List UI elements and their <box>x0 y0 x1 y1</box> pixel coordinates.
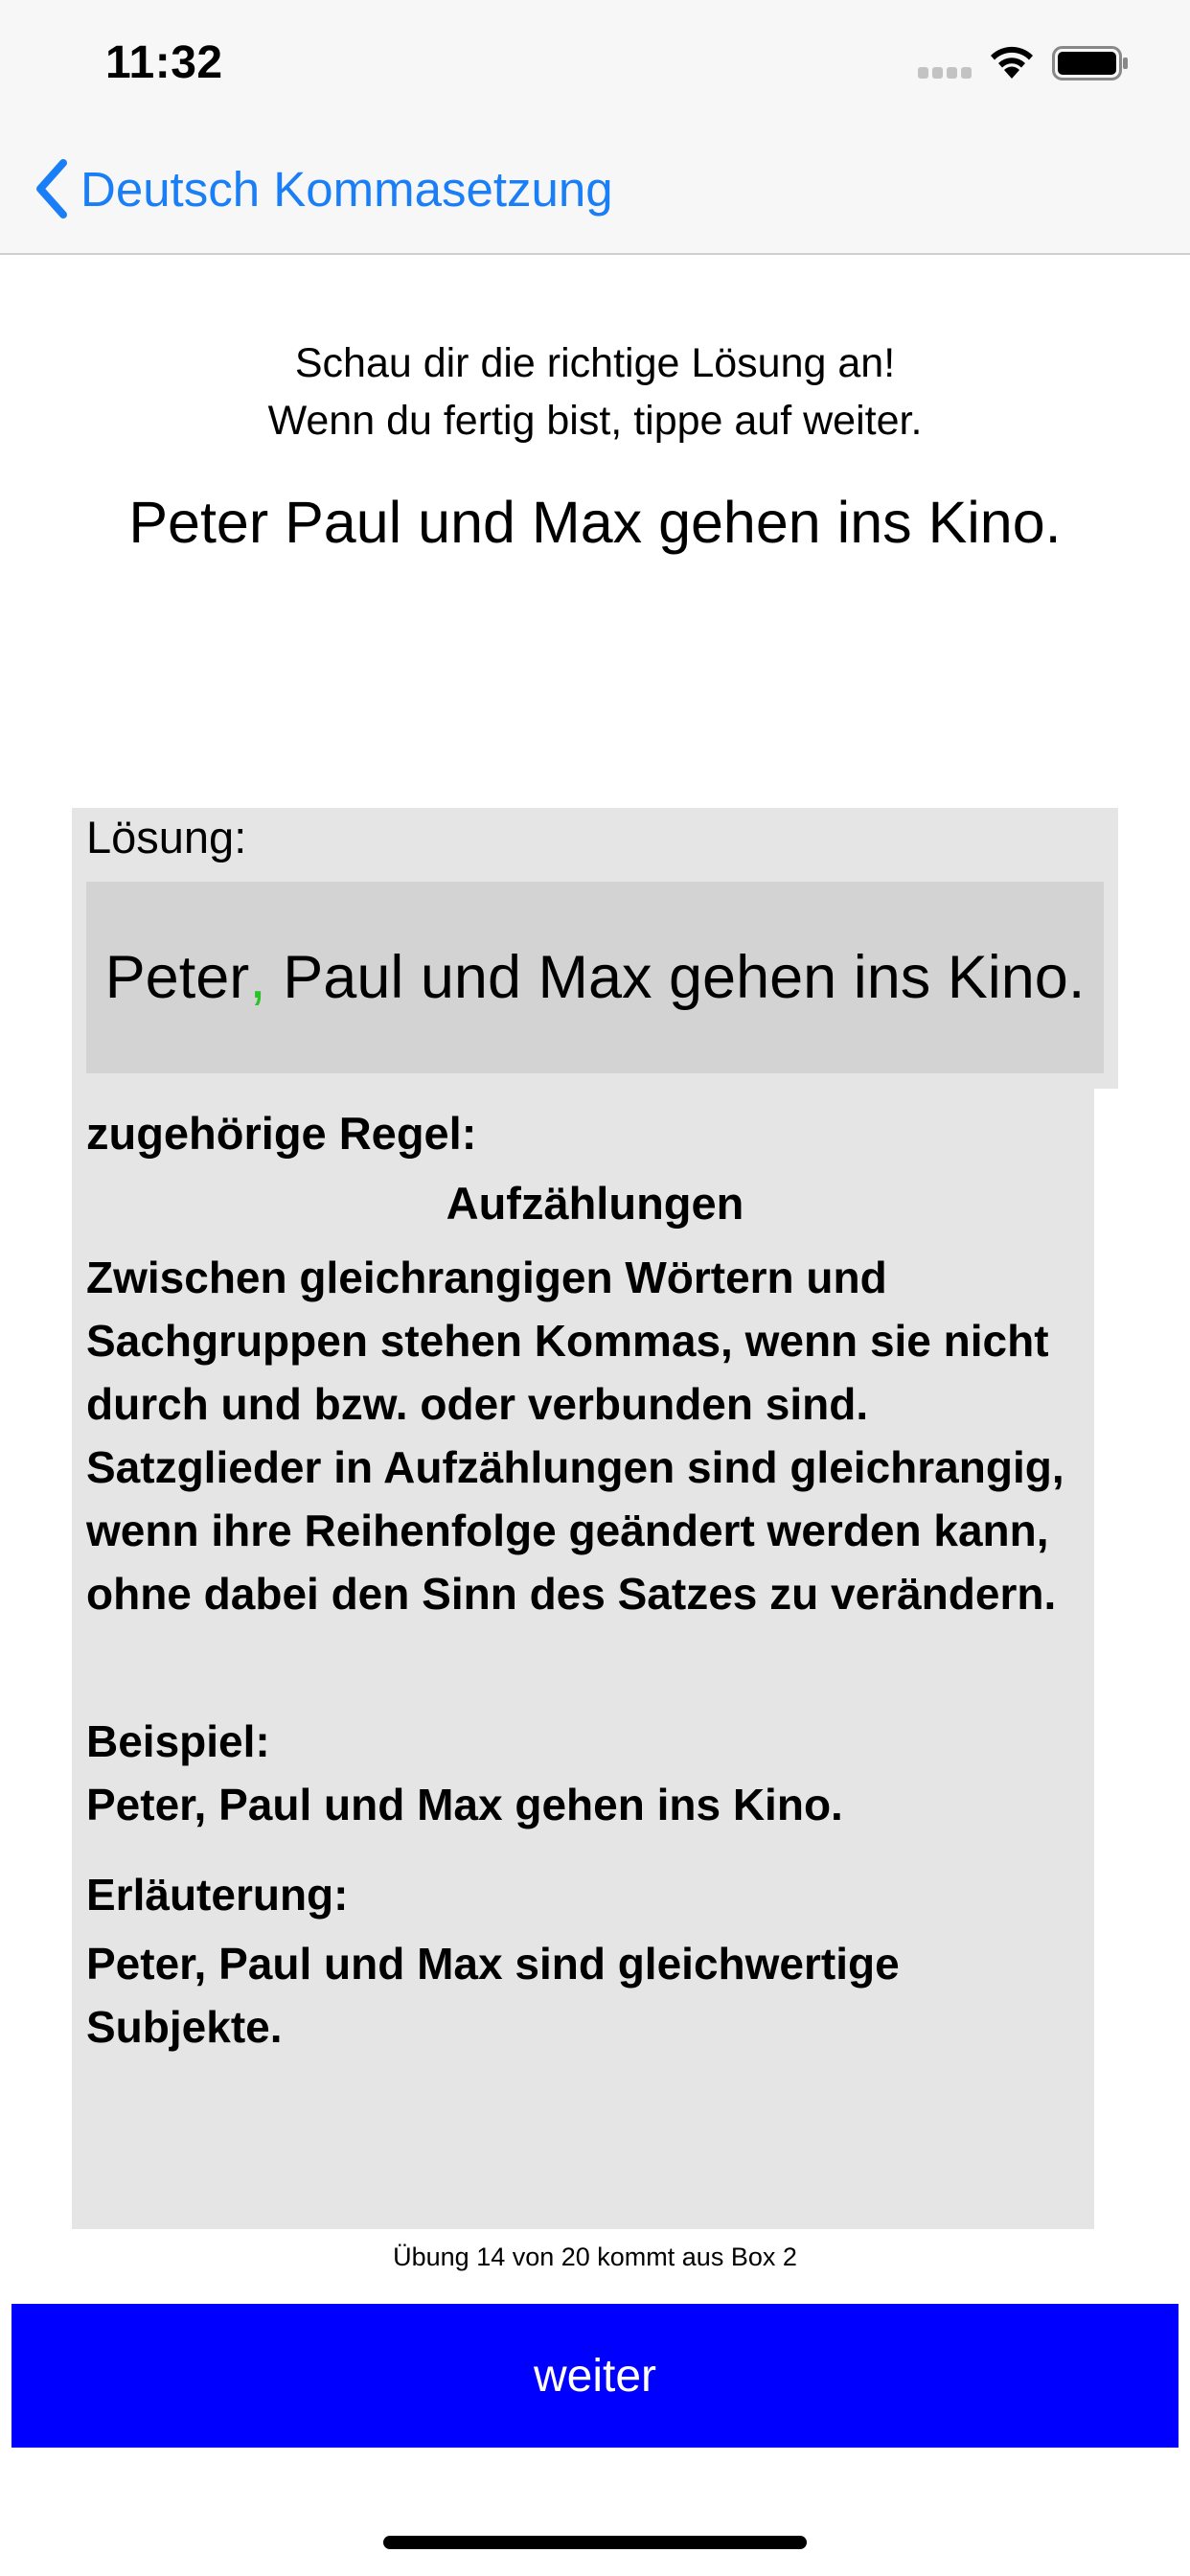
solution-comma: , <box>249 944 266 1011</box>
explanation-text: Peter, Paul und Max sind gleichwertige S… <box>86 1939 900 2052</box>
explanation-heading: Erläuterung: <box>86 1870 349 1920</box>
cellular-signal-icon <box>918 67 973 80</box>
example-heading: Beispiel: <box>86 1716 270 1766</box>
question-sentence: Peter Paul und Max gehen ins Kino. <box>128 490 1062 555</box>
home-indicator[interactable] <box>383 2536 807 2549</box>
solution-text-before: Peter <box>104 944 250 1011</box>
rule-heading: zugehörige Regel: <box>86 1108 477 1159</box>
instruction-line-1: Schau dir die richtige Lösung an! <box>294 340 896 386</box>
wifi-icon <box>991 46 1033 79</box>
next-button[interactable]: weiter <box>11 2304 1179 2448</box>
battery-icon <box>1052 46 1128 80</box>
solution-text-after: Paul und Max gehen ins Kino. <box>265 944 1086 1011</box>
rule-title: Aufzählungen <box>446 1178 744 1229</box>
back-button-label: Deutsch Kommasetzung <box>80 161 613 217</box>
rule-text: Zwischen gleichrangigen Wörtern und Sach… <box>86 1253 1064 1619</box>
instruction-line-2: Wenn du fertig bist, tippe auf weiter. <box>267 398 923 444</box>
back-button[interactable]: Deutsch Kommasetzung <box>29 155 613 222</box>
solution-label: Lösung: <box>86 812 247 862</box>
solution-sentence: Peter, Paul und Max gehen ins Kino. <box>86 882 1104 1073</box>
example-text: Peter, Paul und Max gehen ins Kino. <box>86 1780 843 1829</box>
progress-label: Übung 14 von 20 kommt aus Box 2 <box>393 2242 797 2271</box>
chevron-left-icon <box>36 159 67 218</box>
status-time: 11:32 <box>105 37 223 88</box>
